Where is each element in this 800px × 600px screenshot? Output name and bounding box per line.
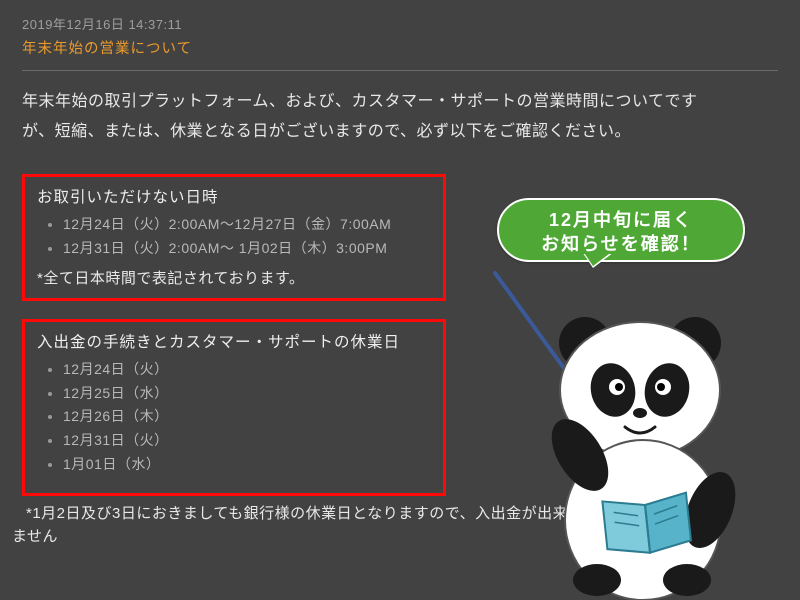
no-trading-box: お取引いただけない日時 12月24日（火）2:00AM〜12月27日（金）7:0… xyxy=(22,174,446,301)
bubble-line1: 12月中旬に届く xyxy=(549,210,693,230)
list-item: 12月26日（木） xyxy=(63,405,431,429)
list-item: 12月31日（火）2:00AM〜 1月02日（木）3:00PM xyxy=(63,237,431,261)
holiday-heading: 入出金の手続きとカスタマー・サポートの休業日 xyxy=(37,330,431,352)
list-item: 1月01日（水） xyxy=(63,453,431,477)
intro-paragraph: 年末年始の取引プラットフォーム、および、カスタマー・サポートの営業時間についてで… xyxy=(22,87,702,146)
no-trading-list: 12月24日（火）2:00AM〜12月27日（金）7:00AM 12月31日（火… xyxy=(37,213,431,261)
list-item: 12月25日（水） xyxy=(63,382,431,406)
list-item: 12月24日（火）2:00AM〜12月27日（金）7:00AM xyxy=(63,213,431,237)
holiday-box: 入出金の手続きとカスタマー・サポートの休業日 12月24日（火） 12月25日（… xyxy=(22,319,446,496)
bubble-line2: お知らせを確認！ xyxy=(541,234,701,254)
no-trading-note: *全て日本時間で表記されております。 xyxy=(37,267,431,288)
speech-bubble: 12月中旬に届く お知らせを確認！ xyxy=(497,198,745,262)
divider xyxy=(22,70,778,71)
no-trading-heading: お取引いただけない日時 xyxy=(37,185,431,207)
list-item: 12月31日（火） xyxy=(63,429,431,453)
panda-illustration xyxy=(525,295,785,595)
post-title: 年末年始の営業について xyxy=(22,37,778,58)
list-item: 12月24日（火） xyxy=(63,358,431,382)
post-timestamp: 2019年12月16日 14:37:11 xyxy=(22,14,778,33)
holiday-list: 12月24日（火） 12月25日（水） 12月26日（木） 12月31日（火） … xyxy=(37,358,431,477)
